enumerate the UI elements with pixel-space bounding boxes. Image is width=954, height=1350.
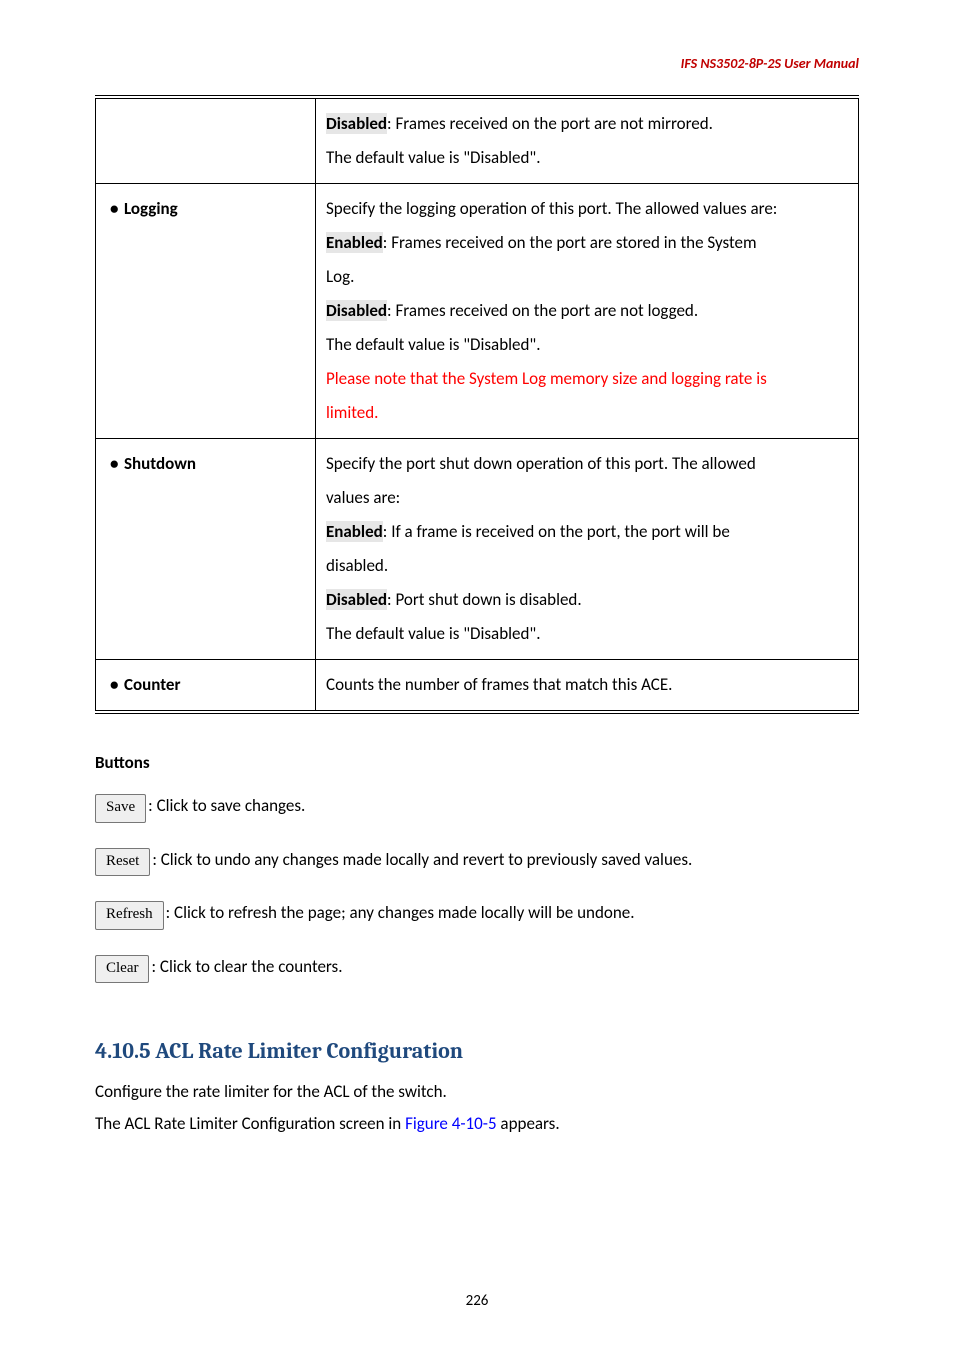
bullet-icon: •	[110, 447, 124, 481]
parameter-table: Disabled: Frames received on the port ar…	[95, 95, 859, 714]
button-description-row: Reset: Click to undo any changes made lo…	[95, 847, 859, 877]
highlight-disabled: Disabled	[326, 300, 387, 321]
bullet-icon: •	[110, 192, 124, 226]
param-label-cell: •Counter	[96, 660, 316, 713]
table-row: Disabled: Frames received on the port ar…	[96, 97, 859, 184]
page-number: 226	[0, 1292, 954, 1310]
clear-button[interactable]: Clear	[95, 955, 149, 984]
param-body-cell: Disabled: Frames received on the port ar…	[316, 97, 859, 184]
warning-text: Please note that the System Log memory s…	[326, 368, 767, 389]
highlight-enabled: Enabled	[326, 521, 383, 542]
body-text-fragment: The ACL Rate Limiter Configuration scree…	[95, 1113, 405, 1134]
button-description-row: Refresh: Click to refresh the page; any …	[95, 900, 859, 930]
body-text-fragment: appears.	[497, 1113, 560, 1134]
param-label-cell: •Shutdown	[96, 439, 316, 660]
highlight-disabled: Disabled	[326, 113, 387, 134]
table-row: •Counter Counts the number of frames tha…	[96, 660, 859, 713]
table-row: •Logging Specify the logging operation o…	[96, 184, 859, 439]
button-description-text: : Click to undo any changes made locally…	[152, 849, 692, 870]
figure-link[interactable]: Figure 4-10-5	[405, 1113, 497, 1134]
button-description-row: Clear: Click to clear the counters.	[95, 954, 859, 984]
param-label-cell	[96, 97, 316, 184]
buttons-heading: Buttons	[95, 752, 859, 773]
subsection-heading: 4.10.5 ACL Rate Limiter Configuration	[95, 1038, 859, 1064]
body-text-line: Configure the rate limiter for the ACL o…	[95, 1076, 859, 1108]
save-button[interactable]: Save	[95, 794, 146, 823]
param-body-cell: Counts the number of frames that match t…	[316, 660, 859, 713]
highlight-enabled: Enabled	[326, 232, 383, 253]
param-label-cell: •Logging	[96, 184, 316, 439]
reset-button[interactable]: Reset	[95, 848, 150, 877]
button-description-text: : Click to refresh the page; any changes…	[166, 902, 635, 923]
refresh-button[interactable]: Refresh	[95, 901, 164, 930]
param-body-cell: Specify the logging operation of this po…	[316, 184, 859, 439]
param-body-cell: Specify the port shut down operation of …	[316, 439, 859, 660]
body-text-line: The ACL Rate Limiter Configuration scree…	[95, 1108, 859, 1140]
table-row: •Shutdown Specify the port shut down ope…	[96, 439, 859, 660]
button-description-text: : Click to save changes.	[148, 795, 305, 816]
button-description-row: Save: Click to save changes.	[95, 793, 859, 823]
warning-text: limited.	[326, 402, 378, 423]
button-description-text: : Click to clear the counters.	[151, 956, 342, 977]
highlight-disabled: Disabled	[326, 589, 387, 610]
doc-header-right: IFS NS3502-8P-2S User Manual	[681, 55, 859, 72]
bullet-icon: •	[110, 668, 124, 702]
